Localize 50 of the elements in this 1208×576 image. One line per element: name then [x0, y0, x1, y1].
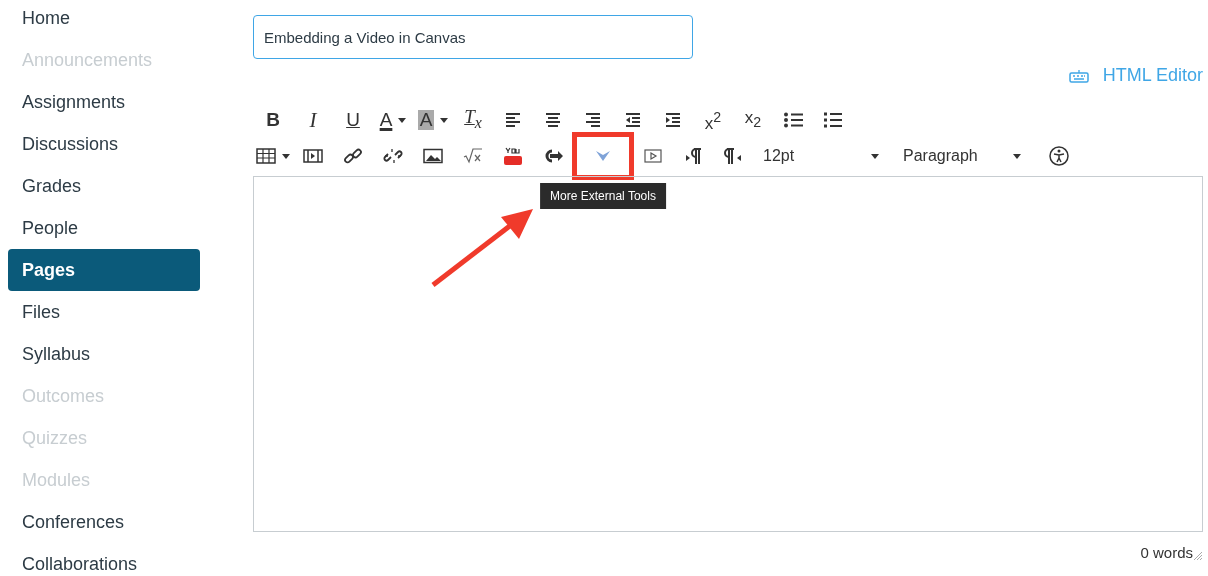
nav-link[interactable]: People: [8, 207, 200, 249]
underline-button[interactable]: U: [333, 105, 373, 135]
caret-icon: [282, 153, 290, 159]
align-left-icon: [503, 112, 523, 128]
word-count: 0 words: [1140, 544, 1193, 561]
italic-button[interactable]: I: [293, 105, 333, 135]
nav-link[interactable]: Discussions: [8, 123, 200, 165]
broken-link-icon: [383, 147, 403, 165]
numbered-list-icon: [823, 112, 843, 128]
dropdown[interactable]: 12pt: [757, 141, 885, 171]
subscript-button[interactable]: x$_{2}$: [733, 105, 773, 135]
accessibility-icon: [1049, 146, 1069, 166]
caret-icon: [440, 117, 449, 123]
nav-link[interactable]: Conferences: [8, 501, 200, 543]
paragraph-ltr-icon: [684, 147, 702, 165]
align-right-icon: [583, 112, 603, 128]
text-color-button[interactable]: A: [373, 105, 413, 135]
dropdown[interactable]: Paragraph: [897, 141, 1027, 171]
caret-icon: [398, 117, 407, 123]
indent-icon: [663, 112, 683, 128]
title-field[interactable]: Embedding a Video in Canvas: [253, 15, 693, 59]
table-icon: [256, 148, 276, 164]
play-icon: [644, 148, 662, 164]
image-icon: [423, 148, 443, 164]
video-logo-icon: [503, 146, 523, 166]
nav-link[interactable]: Collaborations: [8, 543, 200, 576]
paragraph-rtl-icon: [724, 147, 742, 165]
film-icon: [303, 148, 323, 164]
bullet-list-icon: [783, 112, 803, 128]
bold-button[interactable]: B: [253, 105, 293, 135]
square-root-icon: [463, 148, 483, 164]
nav-link[interactable]: Assignments: [8, 81, 200, 123]
outdent-icon: [623, 112, 643, 128]
caret-icon: [871, 153, 879, 159]
chevron-down-icon: [595, 150, 611, 162]
tooltip: More External Tools: [540, 183, 666, 209]
superscript-button[interactable]: x$^{2}$: [693, 105, 733, 135]
nav-link[interactable]: Files: [8, 291, 200, 333]
nav-link[interactable]: Syllabus: [8, 333, 200, 375]
link-icon: [343, 147, 363, 165]
bg-color-button[interactable]: A: [413, 105, 453, 135]
arrow-icon: [543, 148, 563, 164]
keyboard-icon: [1068, 68, 1089, 83]
caret-icon: [1013, 153, 1021, 159]
nav-link[interactable]: Home: [8, 0, 200, 39]
resize-handle-icon[interactable]: [1193, 551, 1203, 561]
clear-format-button[interactable]: T$_{x}$: [453, 105, 493, 135]
nav-link[interactable]: Grades: [8, 165, 200, 207]
nav-link[interactable]: Pages: [8, 249, 200, 291]
align-center-icon: [543, 112, 563, 128]
